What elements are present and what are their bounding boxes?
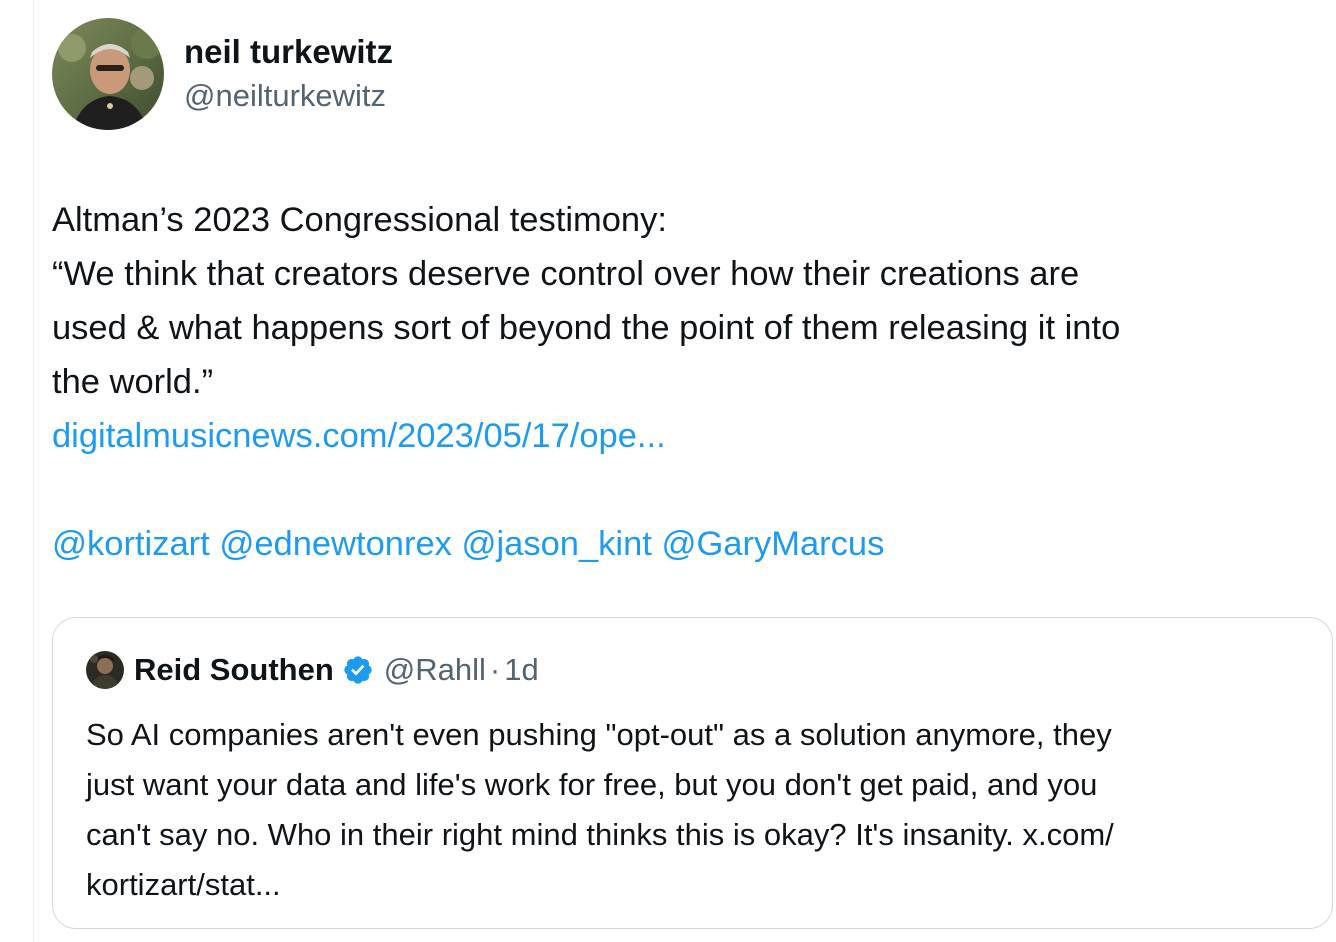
author-handle[interactable]: @neilturkewitz: [184, 76, 393, 116]
author-display-name[interactable]: neil turkewitz: [184, 32, 393, 72]
verified-badge-icon: [344, 656, 372, 684]
quoted-text-line: kortizart/stat...: [86, 867, 281, 902]
separator-dot: ·: [489, 652, 501, 687]
quoted-text-line: can't say no. Who in their right mind th…: [86, 817, 1114, 852]
tweet-text-line: Altman’s 2023 Congressional testimony:: [52, 201, 667, 239]
quoted-tweet-card[interactable]: Reid Southen @Rahll · 1d So AI companies…: [52, 617, 1333, 929]
quoted-text-line: So AI companies aren't even pushing "opt…: [86, 717, 1112, 752]
quoted-text-line: just want your data and life's work for …: [86, 767, 1098, 802]
quoted-author-avatar[interactable]: [86, 651, 124, 689]
mention-link[interactable]: @ednewtonrex: [219, 525, 452, 563]
author-info: neil turkewitz @neilturkewitz: [184, 32, 393, 116]
quoted-author-handle[interactable]: @Rahll: [384, 652, 486, 688]
mention-link[interactable]: @GaryMarcus: [661, 525, 884, 563]
tweet-text-line: the world.”: [52, 363, 214, 401]
mention-link[interactable]: @jason_kint: [461, 525, 651, 563]
quoted-tweet-time[interactable]: 1d: [504, 652, 538, 688]
article-link[interactable]: digitalmusicnews.com/2023/05/17/ope...: [52, 417, 666, 455]
mention-link[interactable]: @kortizart: [52, 525, 210, 563]
author-avatar[interactable]: [52, 18, 164, 130]
quoted-author-name[interactable]: Reid Southen: [134, 652, 334, 688]
thread-divider: [33, 0, 34, 942]
tweet-body: Altman’s 2023 Congressional testimony: “…: [52, 193, 1322, 571]
quoted-tweet-header: Reid Southen @Rahll · 1d: [86, 650, 539, 690]
mentions-row: @kortizart @ednewtonrex @jason_kint @Gar…: [52, 517, 1322, 571]
tweet-text-line: used & what happens sort of beyond the p…: [52, 309, 1121, 347]
tweet-text-line: “We think that creators deserve control …: [52, 255, 1080, 293]
quoted-tweet-body: So AI companies aren't even pushing "opt…: [86, 710, 1316, 910]
